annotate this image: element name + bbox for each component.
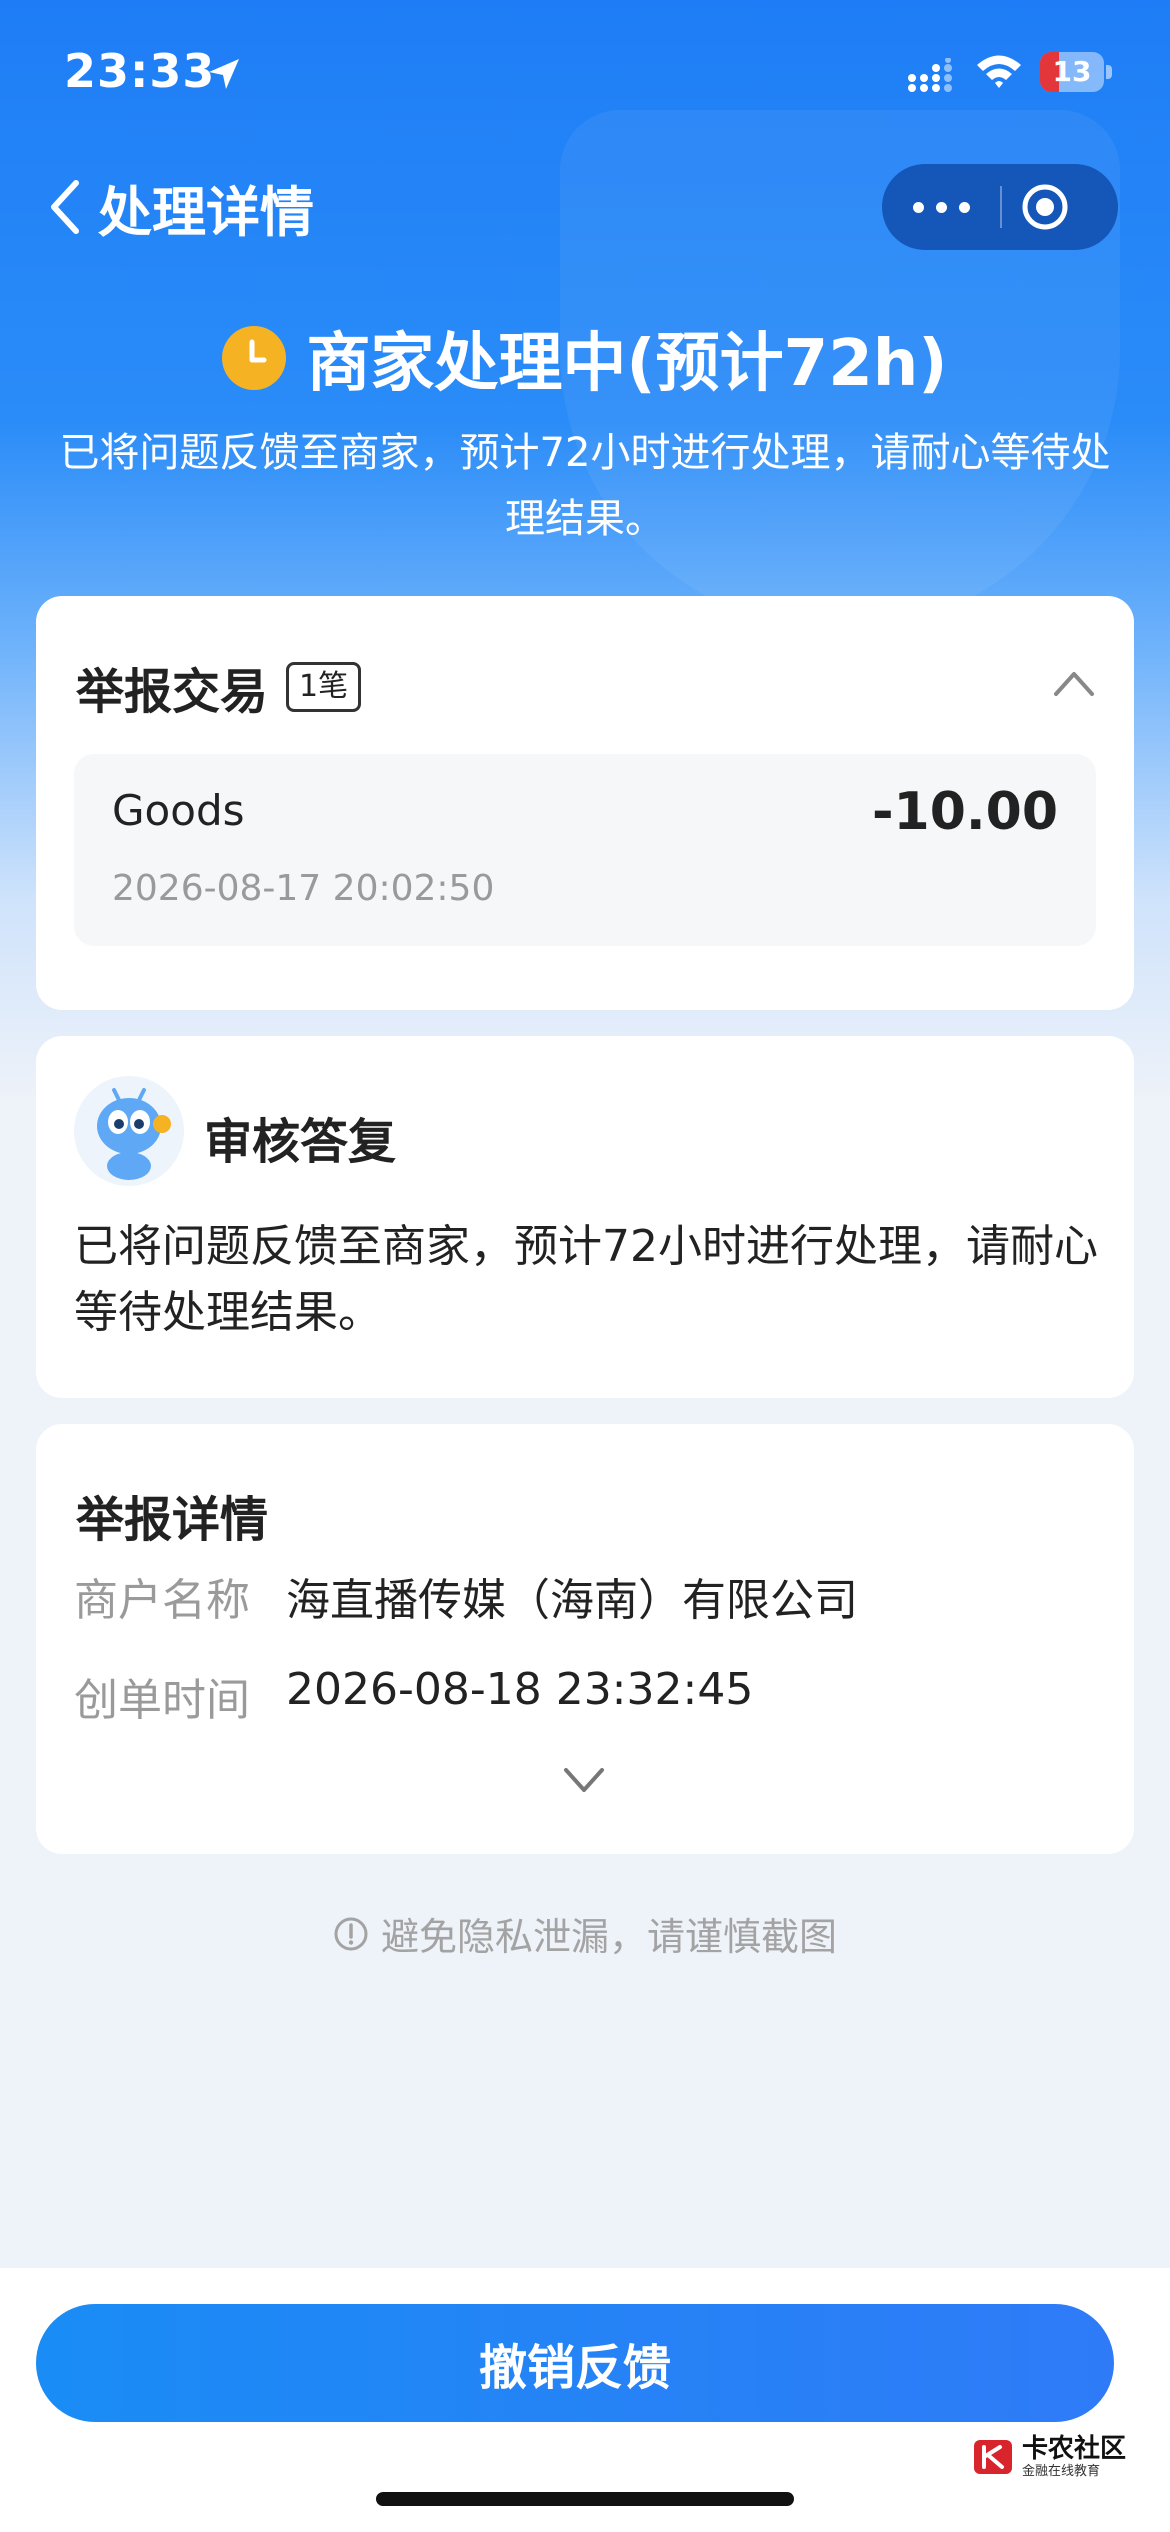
avatar [74,1076,184,1186]
more-icon [912,201,924,213]
privacy-notice: 避免隐私泄漏，请谨慎截图 [0,1906,1170,1961]
detail-value: 2026-08-18 23:32:45 [286,1664,754,1715]
reply-title: 审核答复 [204,1114,397,1170]
battery-level: 13 [1052,55,1092,88]
signal-icon [908,58,952,92]
detail-row-created-time: 创单时间 2026-08-18 23:32:45 [74,1664,753,1728]
location-arrow-icon [209,59,239,89]
detail-label: 商户名称 [74,1575,250,1626]
watermark-logo-icon [974,2440,1012,2474]
more-button[interactable] [882,164,1000,250]
transaction-time: 2026-08-17 20:02:50 [112,868,495,909]
mini-program-capsule [882,164,1118,250]
site-watermark: 卡农社区 金融在线教育 [972,2434,1126,2480]
report-details-card: 举报详情 商户名称 海直播传媒（海南）有限公司 创单时间 2026-08-18 … [36,1424,1134,1854]
page-title: 处理详情 [98,180,314,244]
reply-body: 已将问题反馈至商家，预计72小时进行处理，请耐心等待处理结果。 [74,1221,1098,1338]
back-button[interactable]: 处理详情 [44,170,314,244]
wifi-icon [977,55,1021,88]
status-time: 23:33 [64,44,216,98]
chevron-down-icon[interactable] [560,1764,608,1796]
privacy-notice-text: 避免隐私泄漏，请谨慎截图 [380,1915,837,1959]
back-chevron-icon [51,180,79,234]
watermark-title: 卡农社区 [1022,2434,1127,2464]
watermark-subtitle: 金融在线教育 [1022,2464,1101,2479]
battery-indicator: 13 [1040,52,1112,92]
status-description: 已将问题反馈至商家，预计72小时进行处理，请耐心等待处理结果。 [59,430,1111,542]
transaction-name: Goods [112,786,245,835]
report-transaction-card: 举报交易 1笔 Goods -10.00 2026-08-17 20:02:50 [36,596,1134,1010]
home-indicator [376,2492,794,2506]
card-title: 举报交易 [76,664,269,720]
status-title: 商家处理中(预计72h) [306,327,948,401]
revoke-feedback-button[interactable]: 撤销反馈 [36,2304,1114,2422]
detail-label: 创单时间 [74,1675,250,1726]
transaction-amount: -10.00 [871,782,1058,842]
detail-row-merchant: 商户名称 海直播传媒（海南）有限公司 [74,1564,858,1628]
info-icon [334,1917,368,1950]
card-title: 举报详情 [76,1492,269,1548]
status-header: 商家处理中(预计72h) [0,318,1170,401]
capsule-divider [1000,186,1002,228]
transaction-item[interactable]: Goods -10.00 2026-08-17 20:02:50 [74,754,1096,946]
clock-icon [222,326,287,390]
review-reply-card: 审核答复 已将问题反馈至商家，预计72小时进行处理，请耐心等待处理结果。 [36,1036,1134,1398]
count-badge: 1笔 [286,662,362,712]
target-icon[interactable] [1020,182,1070,232]
chevron-up-icon[interactable] [1052,668,1096,698]
bottom-action-bar: 撤销反馈 [0,2268,1170,2532]
detail-value: 海直播传媒（海南）有限公司 [286,1575,858,1626]
